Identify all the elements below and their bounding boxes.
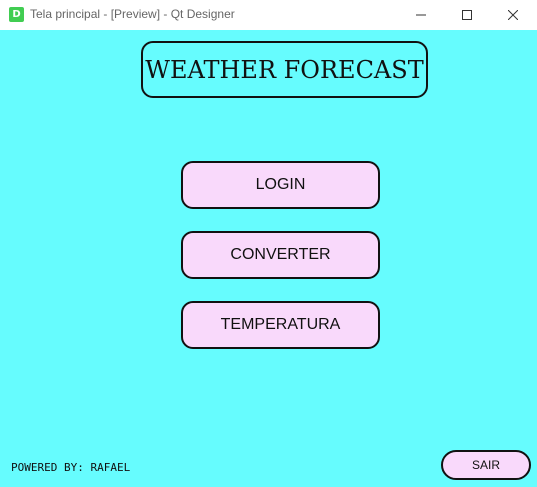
qt-designer-app-icon: D bbox=[9, 7, 24, 22]
exit-button[interactable]: SAIR bbox=[441, 450, 531, 480]
window-title: Tela principal - [Preview] - Qt Designer bbox=[30, 7, 235, 21]
converter-button[interactable]: CONVERTER bbox=[181, 231, 380, 279]
app-heading: WEATHER FORECAST bbox=[141, 41, 428, 98]
title-bar: D Tela principal - [Preview] - Qt Design… bbox=[0, 0, 537, 30]
maximize-button[interactable] bbox=[444, 0, 490, 30]
powered-by-label: POWERED BY: RAFAEL bbox=[11, 461, 131, 474]
close-button[interactable] bbox=[490, 0, 536, 30]
minimize-button[interactable] bbox=[398, 0, 444, 30]
main-window-content: WEATHER FORECAST LOGIN CONVERTER TEMPERA… bbox=[0, 30, 537, 487]
minimize-icon bbox=[416, 14, 426, 16]
temperatura-button[interactable]: TEMPERATURA bbox=[181, 301, 380, 349]
close-icon bbox=[508, 10, 518, 20]
maximize-icon bbox=[462, 10, 472, 20]
login-button[interactable]: LOGIN bbox=[181, 161, 380, 209]
